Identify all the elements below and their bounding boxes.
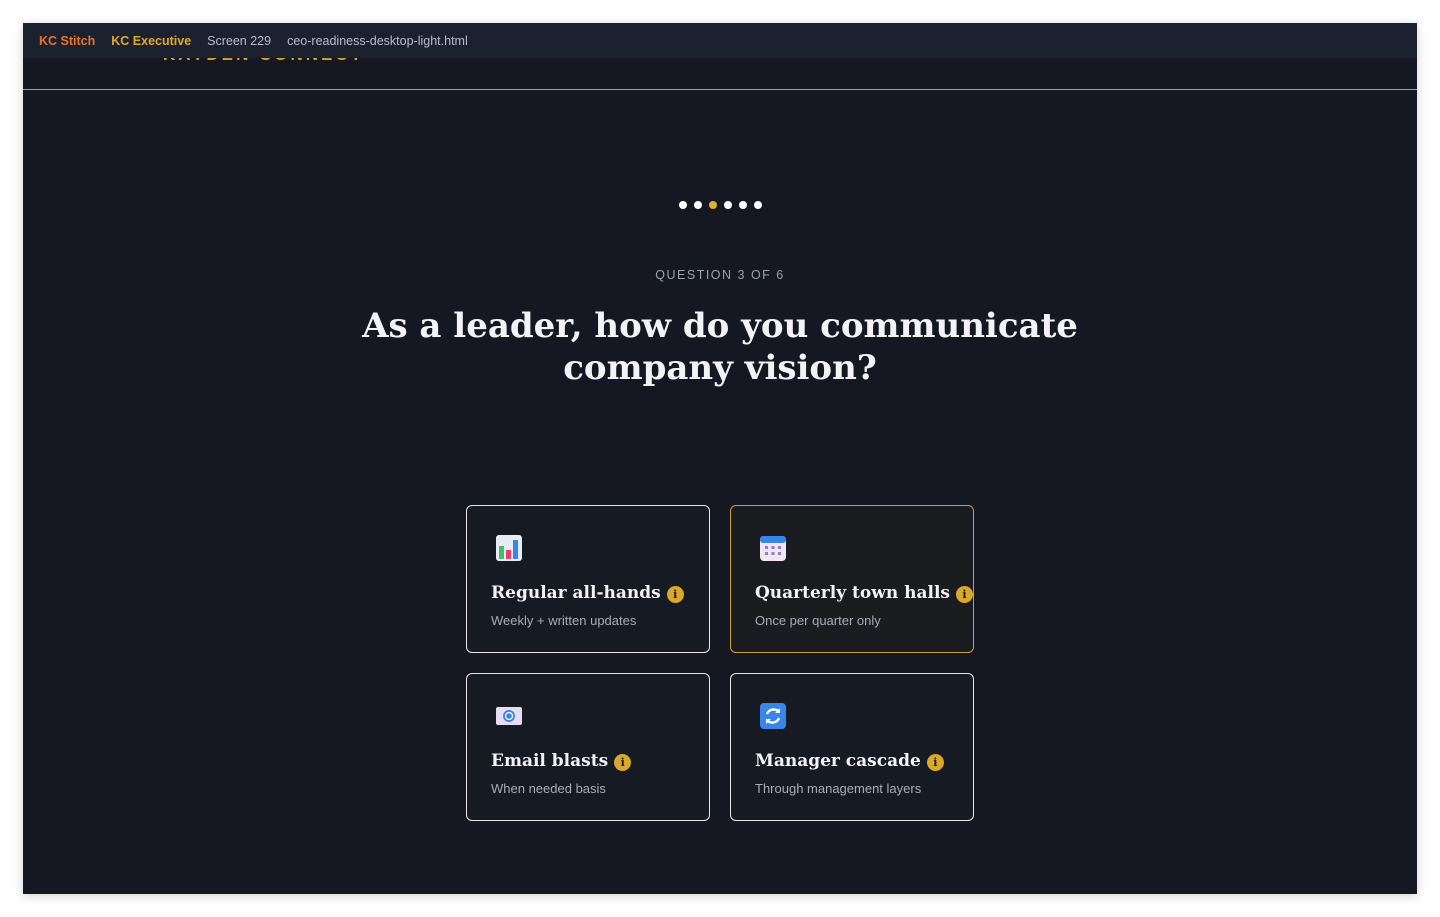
bar-chart-icon [496,535,522,561]
question-title: As a leader, how do you communicate comp… [362,306,1078,388]
info-icon[interactable]: i [956,585,973,603]
progress-dot [723,201,732,209]
option-card-manager-cascade[interactable]: Manager cascade i Through management lay… [730,673,974,821]
option-subtitle: Once per quarter only [755,613,881,628]
question-counter: QUESTION 3 OF 6 [655,268,785,282]
option-card-regular-all-hands[interactable]: Regular all-hands i Weekly + written upd… [466,505,710,653]
option-title: Manager cascade i [755,751,944,771]
refresh-icon [760,703,786,729]
option-subtitle: Through management layers [755,781,922,796]
progress-dot [708,201,717,209]
option-title: Quarterly town halls i [755,583,973,603]
file-name: ceo-readiness-desktop-light.html [287,33,468,48]
progress-dot [693,201,702,209]
info-icon[interactable]: i [614,753,632,771]
calendar-icon [760,536,786,561]
progress-dot [678,201,687,209]
progress-dot [753,201,762,209]
option-title: Email blasts i [491,751,632,771]
info-icon[interactable]: i [926,753,944,771]
preview-toolbar: KC Stitch KC Executive Screen 229 ceo-re… [23,23,1417,58]
option-card-email-blasts[interactable]: Email blasts i When needed basis [466,673,710,821]
option-subtitle: Weekly + written updates [491,613,637,628]
option-card-quarterly-town-halls[interactable]: Quarterly town halls i Once per quarter … [730,505,974,653]
app-frame: KC Stitch KC Executive Screen 229 ceo-re… [23,23,1417,894]
info-icon[interactable]: i [666,585,684,603]
email-icon [496,707,522,725]
option-subtitle: When needed basis [491,781,606,796]
project-label[interactable]: KC Stitch [39,34,95,48]
option-title: Regular all-hands i [491,583,684,603]
progress-dot [738,201,747,209]
header-divider [23,89,1417,90]
progress-dots [23,201,1417,209]
workspace-label[interactable]: KC Executive [111,34,191,48]
screen-label: Screen 229 [207,33,272,48]
